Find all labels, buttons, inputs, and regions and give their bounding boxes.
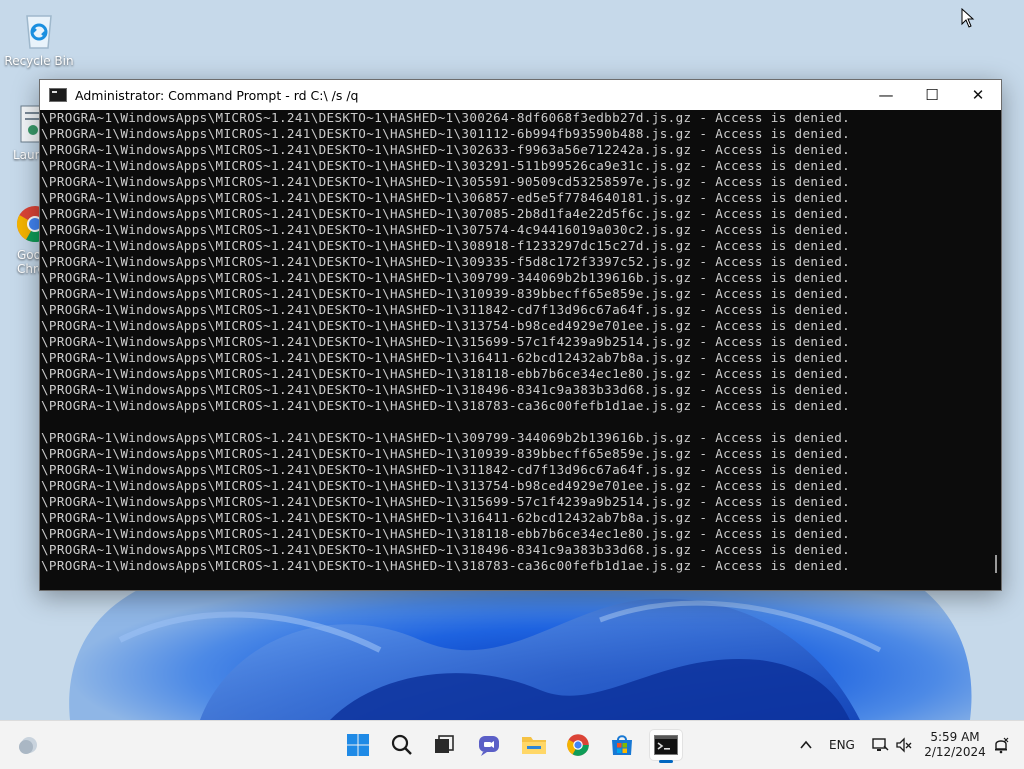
- console-line: \PROGRA~1\WindowsApps\MICROS~1.241\DESKT…: [41, 110, 851, 125]
- recycle-bin-icon: [19, 10, 59, 50]
- console-line: \PROGRA~1\WindowsApps\MICROS~1.241\DESKT…: [41, 334, 851, 349]
- desktop-icon-launcher[interactable]: Laun: [1, 104, 39, 162]
- console-scrollbar[interactable]: [995, 555, 997, 573]
- console-line: \PROGRA~1\WindowsApps\MICROS~1.241\DESKT…: [41, 286, 851, 301]
- notifications-button[interactable]: [985, 730, 1017, 760]
- network-icon: [872, 738, 889, 751]
- window-titlebar[interactable]: Administrator: Command Prompt - rd C:\ /…: [40, 80, 1001, 110]
- chrome-taskbar-button[interactable]: [562, 730, 594, 760]
- volume-muted-icon: [896, 737, 912, 753]
- desktop-icon-label: Goo Chro: [17, 248, 39, 276]
- language-indicator[interactable]: ENG: [829, 738, 855, 752]
- console-line: \PROGRA~1\WindowsApps\MICROS~1.241\DESKT…: [41, 270, 851, 285]
- clock[interactable]: 5:59 AM 2/12/2024: [920, 730, 990, 760]
- command-prompt-icon: [654, 735, 678, 755]
- console-line: \PROGRA~1\WindowsApps\MICROS~1.241\DESKT…: [41, 142, 851, 157]
- console-line: \PROGRA~1\WindowsApps\MICROS~1.241\DESKT…: [41, 366, 851, 381]
- console-line: \PROGRA~1\WindowsApps\MICROS~1.241\DESKT…: [41, 254, 851, 269]
- chrome-icon: [15, 204, 39, 244]
- search-button[interactable]: [386, 730, 418, 760]
- show-hidden-icons-button[interactable]: [790, 730, 822, 760]
- console-line: \PROGRA~1\WindowsApps\MICROS~1.241\DESKT…: [41, 558, 851, 573]
- notification-bell-icon: [995, 737, 1009, 754]
- chat-button[interactable]: [473, 730, 505, 760]
- console-line: \PROGRA~1\WindowsApps\MICROS~1.241\DESKT…: [41, 542, 851, 557]
- clock-date: 2/12/2024: [924, 745, 986, 759]
- window-title: Administrator: Command Prompt - rd C:\ /…: [75, 87, 359, 103]
- mouse-cursor-icon: [961, 7, 975, 32]
- weather-icon: [19, 737, 37, 754]
- console-line: \PROGRA~1\WindowsApps\MICROS~1.241\DESKT…: [41, 158, 851, 173]
- start-icon: [347, 734, 369, 756]
- file-explorer-icon: [522, 737, 546, 754]
- chrome-icon: [567, 734, 589, 756]
- console-line: \PROGRA~1\WindowsApps\MICROS~1.241\DESKT…: [41, 462, 851, 477]
- taskbar: ENG 5:59 AM 2/12/2024: [0, 720, 1024, 769]
- console-line: \PROGRA~1\WindowsApps\MICROS~1.241\DESKT…: [41, 382, 851, 397]
- chat-icon: [479, 736, 499, 756]
- console-line: \PROGRA~1\WindowsApps\MICROS~1.241\DESKT…: [41, 494, 851, 509]
- desktop-icon-recycle-bin[interactable]: Recycle Bin: [1, 10, 77, 68]
- task-view-button[interactable]: [428, 730, 460, 760]
- console-output[interactable]: \PROGRA~1\WindowsApps\MICROS~1.241\DESKT…: [40, 110, 1001, 590]
- command-prompt-taskbar-button[interactable]: [650, 730, 682, 763]
- desktop-icon-google-chrome[interactable]: Goo Chro: [1, 204, 39, 276]
- console-line: \PROGRA~1\WindowsApps\MICROS~1.241\DESKT…: [41, 526, 851, 541]
- volume-button[interactable]: [888, 730, 920, 760]
- command-prompt-icon: [49, 88, 67, 102]
- console-line: \PROGRA~1\WindowsApps\MICROS~1.241\DESKT…: [41, 238, 851, 253]
- console-line: \PROGRA~1\WindowsApps\MICROS~1.241\DESKT…: [41, 478, 851, 493]
- chevron-up-icon: [800, 740, 812, 749]
- console-line: \PROGRA~1\WindowsApps\MICROS~1.241\DESKT…: [41, 350, 851, 365]
- file-explorer-button[interactable]: [518, 730, 550, 760]
- console-line: \PROGRA~1\WindowsApps\MICROS~1.241\DESKT…: [41, 510, 851, 525]
- search-icon: [391, 734, 412, 755]
- widgets-button[interactable]: [12, 730, 44, 760]
- console-line: \PROGRA~1\WindowsApps\MICROS~1.241\DESKT…: [41, 302, 851, 317]
- maximize-button[interactable]: ☐: [909, 80, 955, 110]
- desktop-icon-label: Recycle Bin: [4, 54, 74, 68]
- console-line: \PROGRA~1\WindowsApps\MICROS~1.241\DESKT…: [41, 222, 851, 237]
- close-button[interactable]: ✕: [955, 80, 1001, 110]
- console-line: \PROGRA~1\WindowsApps\MICROS~1.241\DESKT…: [41, 446, 851, 461]
- start-button[interactable]: [342, 730, 374, 760]
- launcher-icon: [19, 104, 39, 144]
- console-line: \PROGRA~1\WindowsApps\MICROS~1.241\DESKT…: [41, 126, 851, 141]
- clock-time: 5:59 AM: [930, 730, 980, 744]
- console-line: \PROGRA~1\WindowsApps\MICROS~1.241\DESKT…: [41, 190, 851, 205]
- console-line: \PROGRA~1\WindowsApps\MICROS~1.241\DESKT…: [41, 174, 851, 189]
- minimize-button[interactable]: —: [863, 80, 909, 110]
- store-button[interactable]: [606, 730, 638, 760]
- task-view-icon: [435, 735, 454, 753]
- console-line: \PROGRA~1\WindowsApps\MICROS~1.241\DESKT…: [41, 206, 851, 221]
- command-prompt-window[interactable]: Administrator: Command Prompt - rd C:\ /…: [39, 79, 1002, 591]
- console-line: \PROGRA~1\WindowsApps\MICROS~1.241\DESKT…: [41, 398, 851, 413]
- store-icon: [612, 735, 632, 755]
- console-line: \PROGRA~1\WindowsApps\MICROS~1.241\DESKT…: [41, 318, 851, 333]
- desktop-icon-label: Laun: [13, 148, 39, 162]
- console-line: \PROGRA~1\WindowsApps\MICROS~1.241\DESKT…: [41, 430, 851, 445]
